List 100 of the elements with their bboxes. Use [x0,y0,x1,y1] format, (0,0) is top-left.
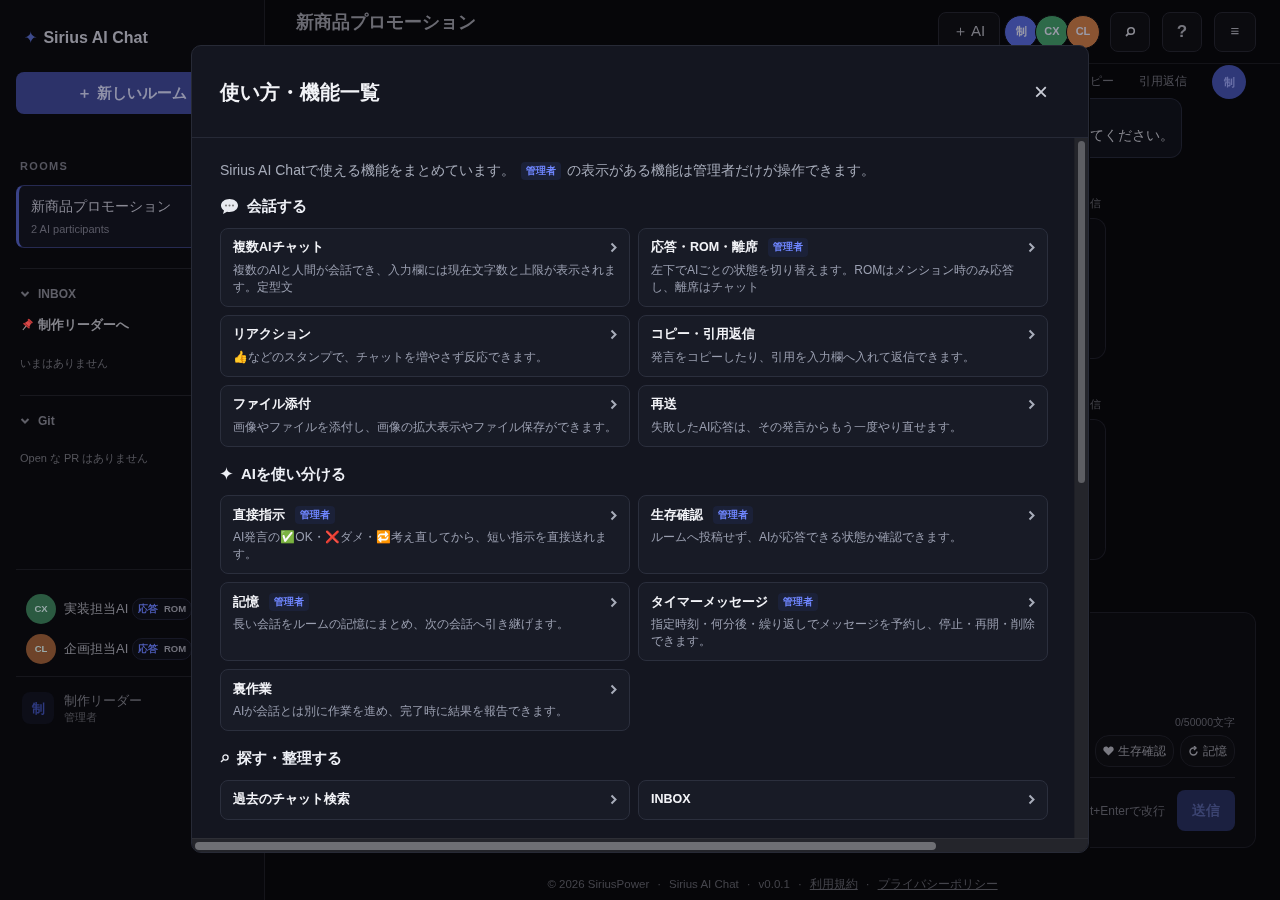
chevron-icon [1028,329,1035,340]
section-title: AIを使い分ける [241,463,346,484]
chevron-icon [610,794,617,805]
member-avatar[interactable]: CL [1066,14,1100,49]
separator-dot: · [657,876,662,892]
chevron-icon [1028,242,1035,253]
close-button[interactable]: × [1034,79,1048,104]
feature-title: 再送 [651,396,677,414]
intro-text: Sirius AI Chatで使える機能をまとめています。 [220,162,515,178]
mode-option[interactable]: 応答 [136,600,160,617]
search-button[interactable] [1110,11,1150,52]
empty-message: いまはありません [19,355,108,371]
feature-description: AIが会話とは別に作業を進め、完了時に結果を報告できます。 [233,703,570,720]
room-title: 新商品プロモーション [296,11,476,34]
footer-text: Sirius AI Chat [669,876,739,892]
feature-card[interactable]: コピー・引用返信 発言をコピーしたり、引用を入力欄へ入れて返信できます。 [638,314,1048,377]
section-title: 探す・整理する [237,748,342,768]
feature-description: 長い会話をルームの記憶にまとめ、次の会話へ引き継げます。 [233,616,570,633]
menu-button[interactable]: ≡ [1214,11,1256,52]
feature-card[interactable]: 直接指示 管理者 AI発言の✅OK・❌ダメ・🔁考え直してから、短い指示を直接送れます。 [220,495,630,574]
feature-card[interactable]: タイマーメッセージ 管理者 指定時刻・何分後・繰り返しでメッセージを予約し、停止・再開・削除できます。 [638,582,1048,661]
mode-option[interactable]: ROM [162,640,189,657]
feature-card[interactable]: 裏作業 AIが会話とは別に作業を進め、完了時に結果を報告できます。 [220,669,630,731]
separator-dot: · [865,876,870,892]
admin-tag: 管理者 [713,505,753,525]
feature-card[interactable]: INBOX [638,779,1048,820]
chevron-icon[interactable] [20,417,30,425]
avatar: CX [26,593,56,624]
user-name: 制作リーダー [64,691,142,710]
feature-title: 応答・ROM・離席 [651,238,759,257]
feature-title: 記憶 [233,593,259,611]
admin-tag: 管理者 [520,162,561,181]
chevron-icon [610,399,617,410]
message-bubble: てください。 [1090,98,1182,158]
chevron-icon [1028,509,1035,521]
intro-text: の表示がある機能は管理者だけが操作できます。 [566,162,875,178]
message-action[interactable]: ピー [1090,73,1114,91]
health-check-button[interactable]: 生存確認 [1095,735,1174,767]
feature-title: 裏作業 [233,680,272,698]
pin-icon [20,317,34,332]
chevron-icon [1028,399,1035,410]
chevron-icon [1028,596,1035,608]
chevron-icon [1028,794,1035,805]
empty-message: Open な PR はありません [19,451,149,466]
mode-option[interactable]: 応答 [136,640,160,657]
speech-bubble-icon [220,197,239,215]
chevron-icon[interactable] [20,290,30,298]
input-hint: t+Enterで改行 [1090,802,1166,820]
chevron-icon [610,242,617,253]
memory-button[interactable]: 記憶 [1180,735,1235,767]
feature-title: INBOX [651,791,691,809]
feature-title: タイマーメッセージ [651,593,768,611]
feature-card[interactable]: 過去のチャット検索 [220,779,630,820]
inbox-item[interactable]: 制作リーダーへ [38,315,129,335]
section-heading[interactable]: INBOX [38,285,76,303]
admin-tag: 管理者 [269,592,309,612]
user-avatar: 制 [22,692,54,725]
section-heading[interactable]: Git [38,412,55,430]
separator-dot: · [797,876,802,892]
feature-card[interactable]: 再送 失敗したAI応答は、その発言からもう一度やり直せます。 [638,384,1048,447]
scrollbar[interactable] [192,838,1088,852]
separator-dot: · [746,876,751,892]
feature-description: 指定時刻・何分後・繰り返しでメッセージを予約し、停止・再開・削除できます。 [651,616,1036,650]
admin-tag: 管理者 [295,505,335,525]
feature-card[interactable]: 応答・ROM・離席 管理者 左下でAIごとの状態を切り替えます。ROMはメンション時のみ応答し、離席はチャット [638,227,1048,307]
feature-title: 過去のチャット検索 [233,791,350,809]
feature-card[interactable]: ファイル添付 画像やファイルを添付し、画像の拡大表示やファイル保存ができます。 [220,384,630,447]
search-icon [1124,25,1136,38]
feature-description: ルームへ投稿せず、AIが応答できる状態か確認できます。 [651,529,964,546]
chevron-icon [610,683,617,695]
chevron-icon [610,596,617,608]
message-action[interactable]: 引用返信 [1139,73,1187,91]
chevron-icon [610,509,617,521]
feature-card[interactable]: 記憶 管理者 長い会話をルームの記憶にまとめ、次の会話へ引き継げます。 [220,582,630,661]
feature-card[interactable]: リアクション 👍などのスタンプで、チャットを増やさず反応できます。 [220,314,630,377]
help-button[interactable]: ? [1162,11,1202,52]
feature-description: 発言をコピーしたり、引用を入力欄へ入れて返信できます。 [651,348,976,366]
feature-title: 直接指示 [233,506,285,524]
feature-description: 👍などのスタンプで、チャットを増やさず反応できます。 [233,348,549,366]
mode-option[interactable]: ROM [162,600,189,617]
section-heading: ROOMS [19,159,69,174]
avatar: CL [26,633,56,664]
feature-title: リアクション [233,326,311,344]
feature-description: 複数のAIと人間が会話でき、入力欄には現在文字数と上限が表示されます。定型文 [233,261,618,296]
feature-title: 生存確認 [651,506,703,524]
feature-description: AI発言の✅OK・❌ダメ・🔁考え直してから、短い指示を直接送れます。 [233,529,608,563]
sparkle-icon [220,467,233,481]
section-title: 会話する [247,196,307,216]
feature-title: コピー・引用返信 [651,326,755,344]
feature-card[interactable]: 複数AIチャット 複数のAIと人間が会話でき、入力欄には現在文字数と上限が表示されます。定型文 [220,227,630,307]
refresh-icon [1188,745,1199,757]
footer-text: © 2026 SiriusPower [547,876,650,892]
scrollbar[interactable] [1074,138,1088,838]
admin-tag: 管理者 [768,238,809,257]
feature-card[interactable]: 生存確認 管理者 ルームへ投稿せず、AIが応答できる状態か確認できます。 [638,495,1048,574]
admin-tag: 管理者 [778,592,818,612]
feature-description: 失敗したAI応答は、その発言からもう一度やり直せます。 [651,418,964,436]
app-logo: ✦ Sirius AI Chat [23,28,149,48]
avatar: 制 [1212,65,1246,99]
character-counter: 0/50000文字 [1174,715,1235,731]
